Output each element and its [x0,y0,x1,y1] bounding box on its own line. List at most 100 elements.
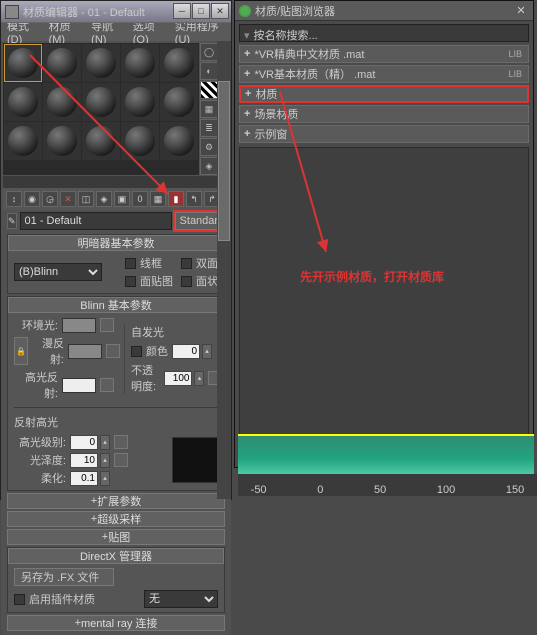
shader-type-select[interactable]: (B)Blinn [14,263,102,281]
specular-map-button[interactable] [100,378,114,392]
material-editor-titlebar[interactable]: 材质编辑器 - 01 - Default ─ □ ✕ [1,1,231,23]
browser-item-materials[interactable]: +材质 [239,85,529,103]
get-material-icon[interactable]: ↕ [6,191,22,207]
wire-checkbox[interactable] [125,258,136,269]
sample-slots [3,43,199,175]
browser-content-area[interactable]: 先开示例材质，打开材质库 [239,147,529,465]
enable-plugin-checkbox[interactable] [14,594,25,605]
specular-swatch[interactable] [62,378,96,393]
viewport-hint [238,434,534,474]
app-icon [5,5,19,19]
annotation-text: 先开示例材质，打开材质库 [300,268,444,285]
show-in-viewport-icon[interactable]: ▦ [150,191,166,207]
show-end-result-icon[interactable]: ▮ [168,191,184,207]
menu-bar: 模式(D) 材质(M) 导航(N) 选项(O) 实用程序(U) [1,23,231,41]
sample-scrollbar[interactable] [3,176,229,188]
opacity-input[interactable] [164,371,192,386]
sample-slot[interactable] [43,44,81,82]
sample-slot[interactable] [82,44,120,82]
spinner-arrows-icon[interactable]: ▴ [100,435,110,450]
rollout-supersample[interactable]: 超级采样 [7,511,225,527]
rollout-header[interactable]: 明暗器基本参数 [8,235,224,251]
sample-slot[interactable] [121,83,159,121]
put-to-scene-icon[interactable]: ◉ [24,191,40,207]
soften-input[interactable] [70,471,98,486]
browser-search-input[interactable]: ▾按名称搜索... [239,24,529,42]
timeline-ruler[interactable]: -50050100150 [238,474,537,496]
tool-misc-icon[interactable]: ◈ [200,157,218,175]
spinner-arrows-icon[interactable]: ▴ [100,453,110,468]
save-fx-button[interactable]: 另存为 .FX 文件 [14,568,114,586]
tool-video-icon[interactable]: ≣ [200,119,218,137]
diffuse-map-button[interactable] [106,344,120,358]
sample-slot[interactable] [160,44,198,82]
si-value-input[interactable] [172,344,200,359]
gloss-map-button[interactable] [114,453,128,467]
browser-item[interactable]: +场景材质 [239,105,529,123]
browser-titlebar[interactable]: 材质/贴图浏览器 ✕ [235,1,533,21]
rollout-directx: DirectX 管理器 另存为 .FX 文件 启用插件材质 无 [7,547,225,613]
ambient-swatch[interactable] [62,318,96,333]
rollout-shader-basic: 明暗器基本参数 (B)Blinn 线框 双面 面贴图 面状 [7,234,225,294]
maximize-button[interactable]: □ [192,3,210,19]
sample-side-toolbar: ◯ ◐ ▦ ≣ ⚙ ◈ [200,43,218,175]
rollout-header[interactable]: DirectX 管理器 [8,548,224,564]
gloss-input[interactable] [70,453,98,468]
plugin-select[interactable]: 无 [144,590,218,608]
si-color-checkbox[interactable] [131,346,142,357]
browser-item[interactable]: +*VR精典中文材质 .matLIB [239,45,529,63]
material-name-input[interactable] [20,212,172,230]
put-to-library-icon[interactable]: ▣ [114,191,130,207]
spec-level-input[interactable] [70,435,98,450]
browser-item[interactable]: +示例窗 [239,125,529,143]
eyedropper-icon[interactable]: ✎ [7,213,17,229]
sample-slot[interactable] [4,44,42,82]
two-sided-checkbox[interactable] [181,258,192,269]
diffuse-label: 漫反射: [32,335,64,367]
sample-slot[interactable] [121,44,159,82]
close-button[interactable]: ✕ [211,3,229,19]
assign-icon[interactable]: ◶ [42,191,58,207]
faceted-checkbox[interactable] [181,276,192,287]
diffuse-swatch[interactable] [68,344,102,359]
sample-slot[interactable] [4,122,42,160]
face-map-label: 面贴图 [140,273,173,289]
sample-slot[interactable] [43,122,81,160]
minimize-button[interactable]: ─ [173,3,191,19]
browser-category-list: +*VR精典中文材质 .matLIB +*VR基本材质（精） .matLIB +… [239,45,529,143]
rollout-maps[interactable]: 贴图 [7,529,225,545]
rollout-mentalray[interactable]: mental ray 连接 [7,615,225,631]
sample-slot[interactable] [4,83,42,121]
tool-backlight-icon[interactable]: ◐ [200,62,218,80]
tool-uv-icon[interactable]: ▦ [200,100,218,118]
face-map-checkbox[interactable] [125,276,136,287]
tool-sample-type-icon[interactable]: ◯ [200,43,218,61]
editor-scrollbar[interactable] [217,41,231,499]
make-unique-icon[interactable]: ◈ [96,191,112,207]
browser-close-button[interactable]: ✕ [513,3,529,17]
ambient-label: 环境光: [14,317,58,333]
sample-slot[interactable] [121,122,159,160]
rollout-header[interactable]: Blinn 基本参数 [8,297,224,313]
browser-item[interactable]: +*VR基本材质（精） .matLIB [239,65,529,83]
scrollbar-thumb[interactable] [218,81,230,241]
spinner-arrows-icon[interactable]: ▴ [100,471,110,486]
make-copy-icon[interactable]: ◫ [78,191,94,207]
sample-slot[interactable] [160,83,198,121]
sample-slot[interactable] [43,83,81,121]
spinner-arrows-icon[interactable]: ▴ [202,344,212,359]
rollout-extended[interactable]: 扩展参数 [7,493,225,509]
sample-slot[interactable] [82,83,120,121]
si-color-label: 颜色 [146,343,168,359]
sample-slot[interactable] [160,122,198,160]
sample-slot[interactable] [82,122,120,160]
go-to-parent-icon[interactable]: ↰ [186,191,202,207]
reset-icon[interactable]: ✕ [60,191,76,207]
material-id-icon[interactable]: 0 [132,191,148,207]
spec-level-map-button[interactable] [114,435,128,449]
spinner-arrows-icon[interactable]: ▴ [194,371,204,386]
ad-lock-icon[interactable]: 🔒 [14,337,28,365]
tool-background-icon[interactable] [200,81,218,99]
ambient-map-button[interactable] [100,318,114,332]
tool-options-icon[interactable]: ⚙ [200,138,218,156]
